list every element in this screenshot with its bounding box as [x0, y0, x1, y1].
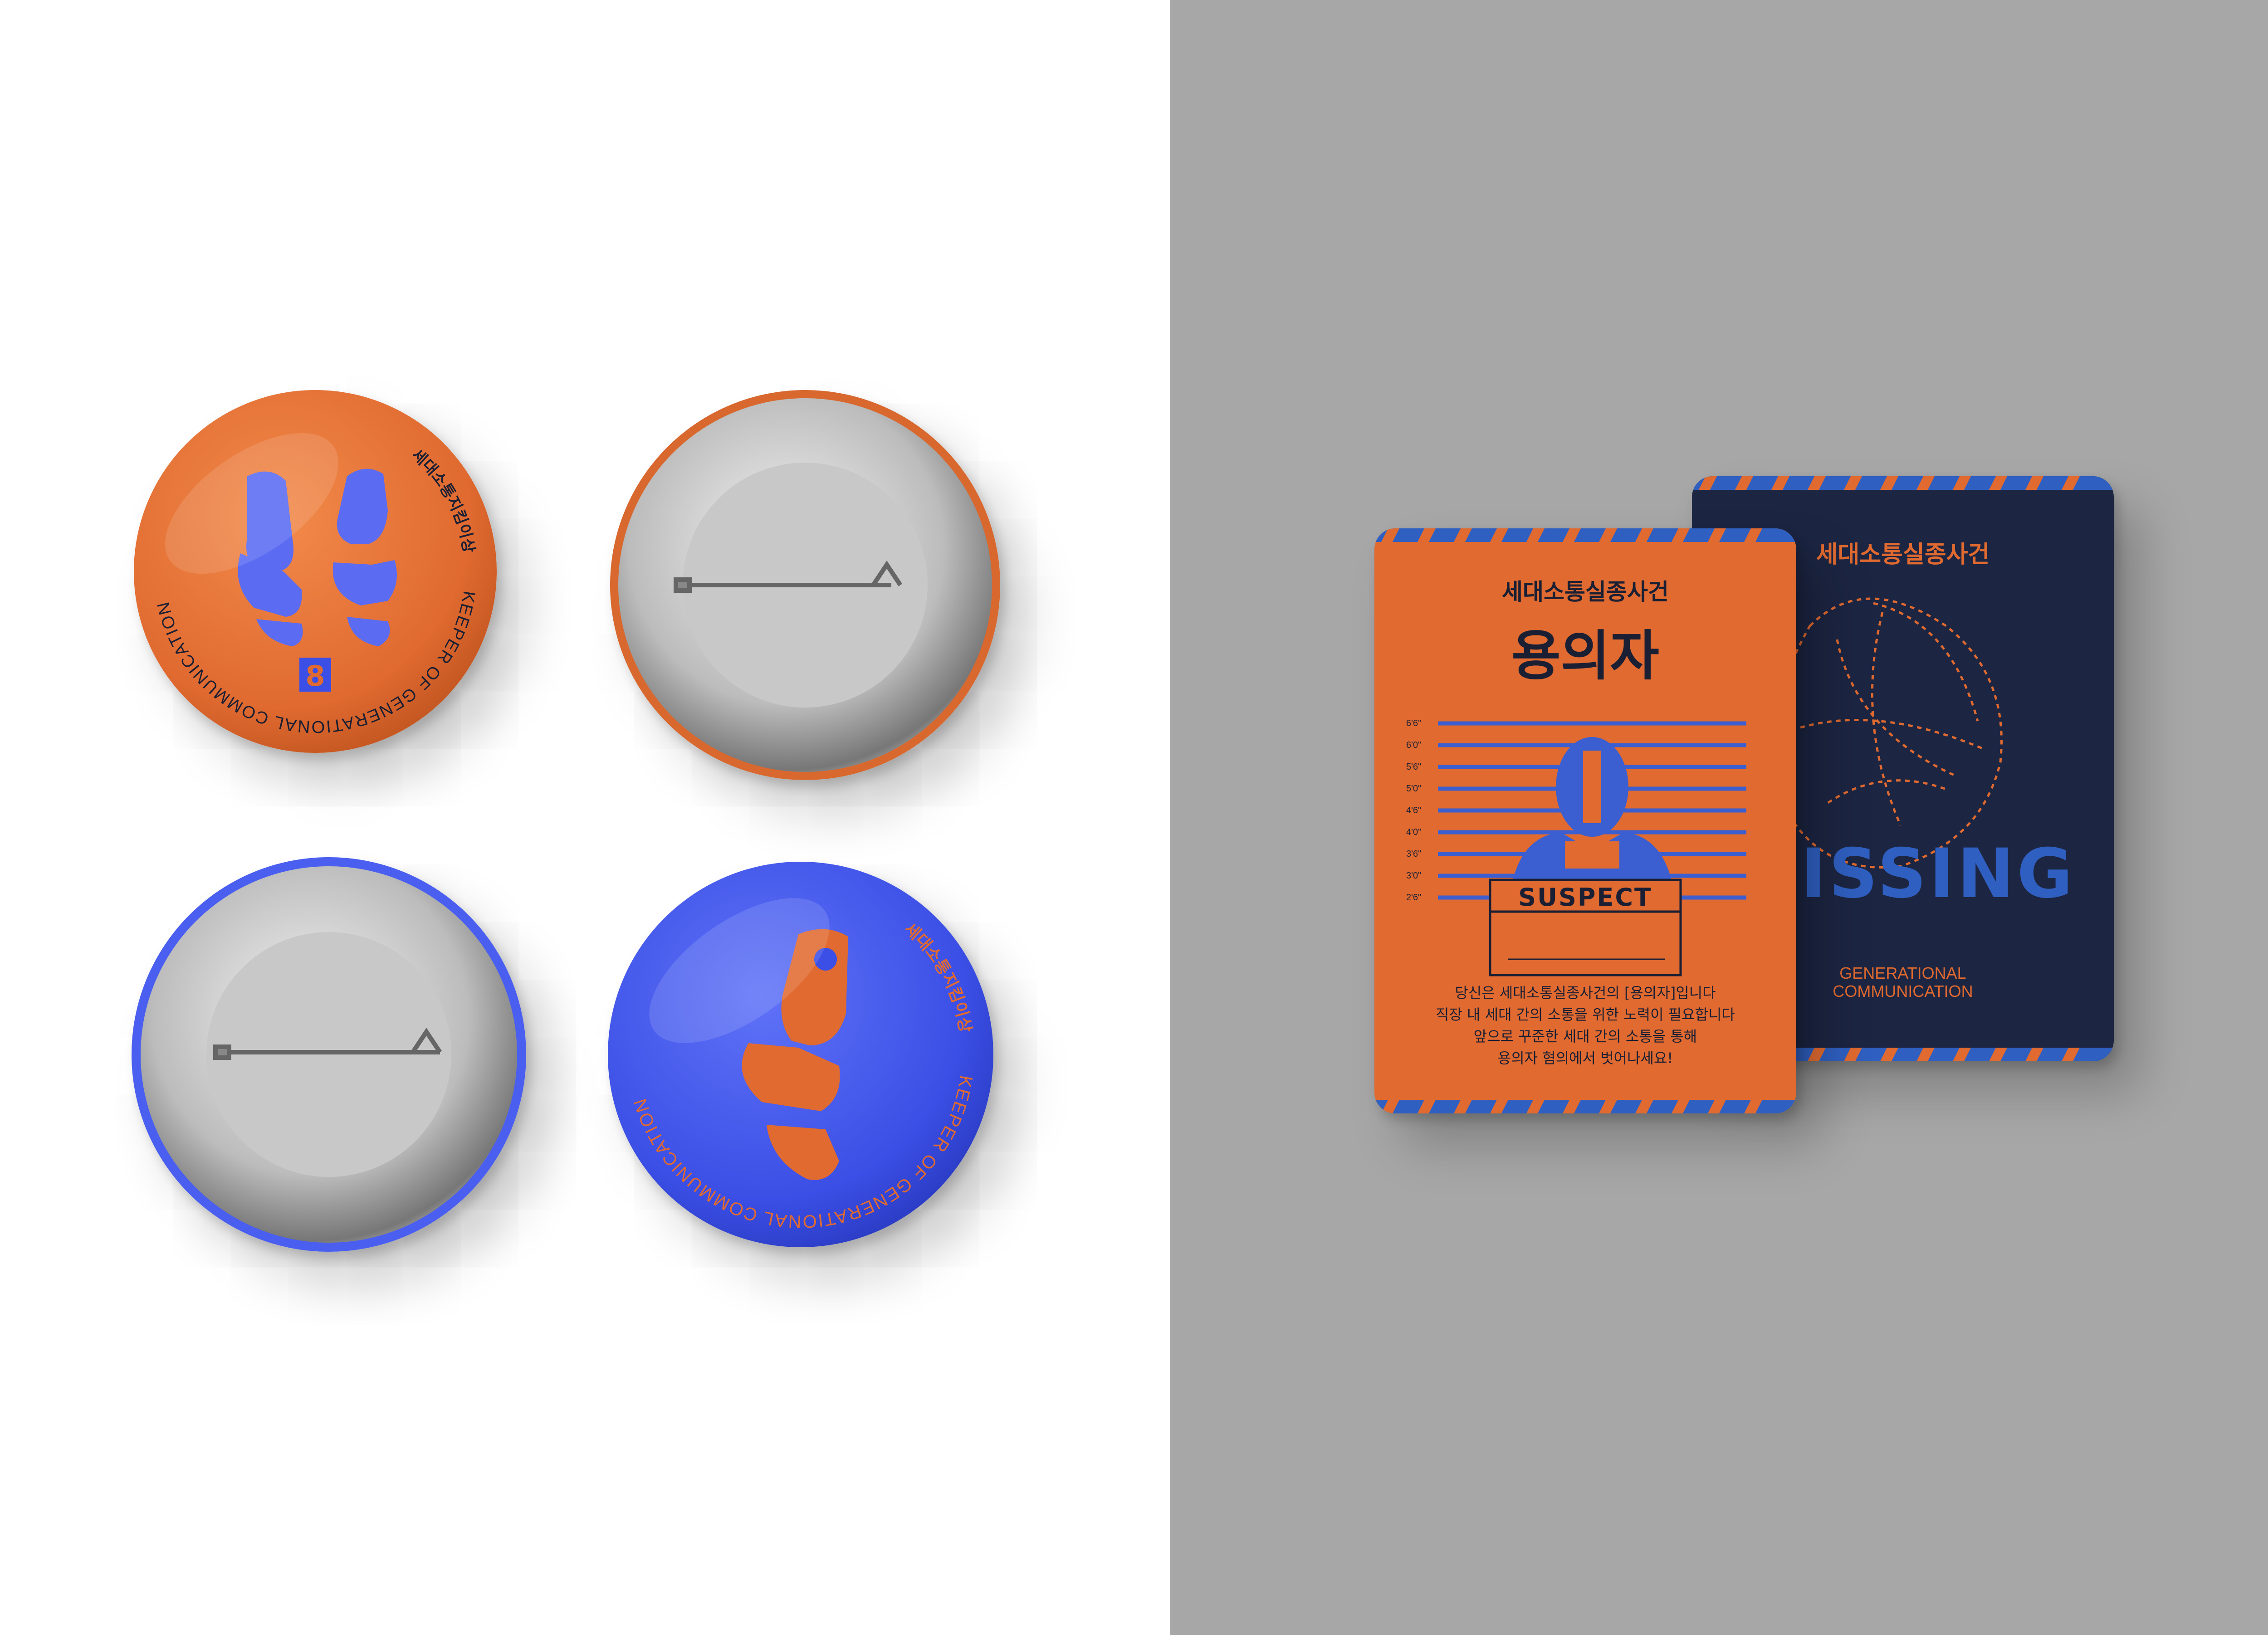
suspect-card-body-line: 앞으로 꾸준한 세대 간의 소통을 통해	[1473, 1028, 1697, 1045]
height-mark-label: 5'6"	[1406, 762, 1422, 772]
svg-text:8: 8	[305, 659, 325, 693]
card-stripe-top	[1374, 528, 1796, 542]
blue-badge-front: KEEPER OF GENERATIONAL COMMUNICATION 세대소…	[608, 862, 993, 1247]
suspect-card-kicker: 세대소통실종사건	[1502, 579, 1669, 605]
orange-badge-back	[610, 390, 1000, 780]
dotted-outline-figure-icon	[1772, 597, 2003, 869]
suspect-sign-label: SUSPECT	[1518, 883, 1652, 912]
suspect-card-body-line: 용의자 혐의에서 벗어나세요!	[1497, 1049, 1673, 1067]
height-mark-label: 6'0"	[1406, 740, 1422, 750]
emblem-icon: 8	[299, 658, 331, 693]
suspect-card: 세대소통실종사건 용의자 6'6" 6'0" 5'6" 5'0" 4'6" 4'0" 3'6…	[1374, 528, 1796, 1113]
suspect-card-body: 당신은 세대소통실종사건의 [용의자]입니다직장 내 세대 간의 소통을 위한 …	[1374, 982, 1796, 1069]
suspect-card-title: 용의자	[1511, 625, 1659, 687]
height-mark-label: 4'6"	[1406, 805, 1422, 815]
left-panel-white-background	[0, 0, 1170, 1635]
card-stripe-bottom	[1374, 1100, 1796, 1113]
suspect-card-body-line: 당신은 세대소통실종사건의 [용의자]입니다	[1455, 984, 1716, 1001]
suspect-silhouette-icon	[1510, 737, 1674, 891]
height-mark-label: 6'6"	[1406, 718, 1422, 728]
height-mark-label: 4'0"	[1406, 827, 1422, 837]
height-chart-labels: 6'6" 6'0" 5'6" 5'0" 4'6" 4'0" 3'6" 3'0" 2'6"	[1406, 716, 1438, 912]
orange-badge-front: KEEPER OF GENERATIONAL COMMUNICATION 세대소…	[134, 390, 497, 753]
blue-badge-back	[132, 857, 526, 1252]
card-stripe-top	[1692, 476, 2114, 490]
height-mark-label: 3'6"	[1406, 849, 1422, 859]
suspect-card-body-line: 직장 내 세대 간의 소통을 위한 노력이 필요합니다	[1435, 1006, 1735, 1023]
height-mark-label: 5'0"	[1406, 784, 1422, 794]
